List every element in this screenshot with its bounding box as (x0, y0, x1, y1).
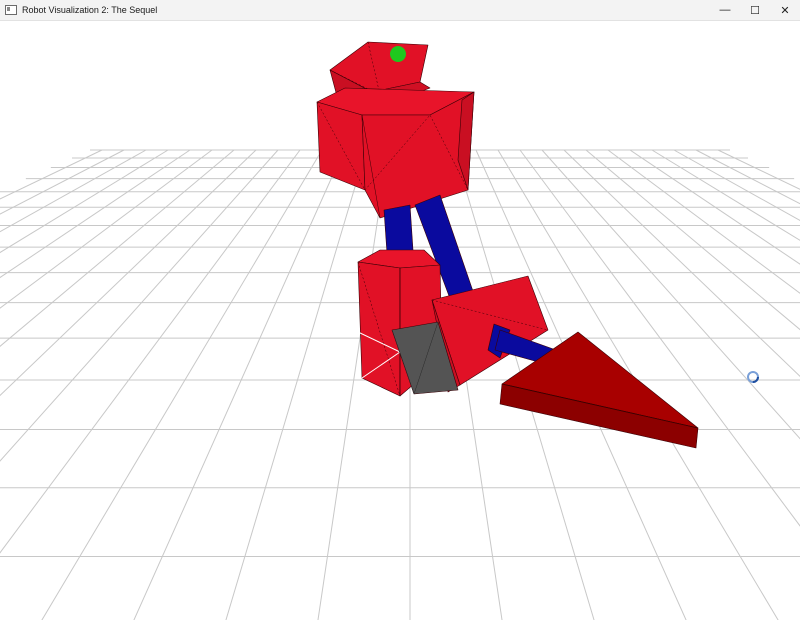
3d-viewport[interactable] (0, 21, 800, 620)
close-button[interactable]: ✕ (770, 0, 800, 20)
scene-canvas[interactable] (0, 21, 800, 620)
title-bar[interactable]: Robot Visualization 2: The Sequel — ☐ ✕ (0, 0, 800, 21)
app-window-icon (5, 5, 17, 15)
maximize-button[interactable]: ☐ (740, 0, 770, 20)
minimize-button[interactable]: — (710, 0, 740, 20)
app-window: Robot Visualization 2: The Sequel — ☐ ✕ (0, 0, 800, 620)
robot-eye-green (390, 46, 406, 62)
window-controls: — ☐ ✕ (710, 0, 800, 20)
robot-torso (316, 87, 475, 219)
window-title: Robot Visualization 2: The Sequel (22, 5, 158, 15)
